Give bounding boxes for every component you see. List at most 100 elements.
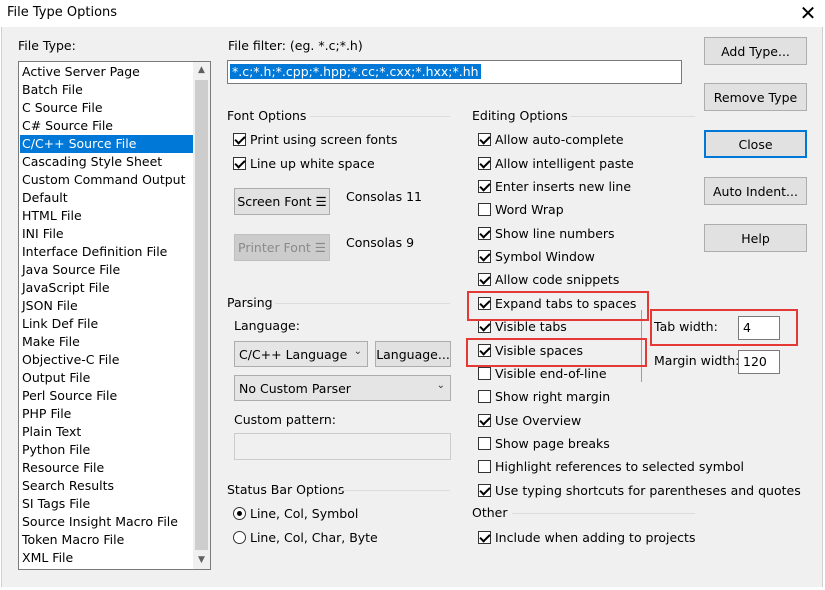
tab-width-label: Tab width: [654,319,718,334]
list-item[interactable]: Batch File [20,81,194,99]
editing-option-text: Symbol Window [495,249,595,264]
list-item[interactable]: C# Source File [20,117,194,135]
list-item[interactable]: Active Server Page [20,63,194,81]
editing-option-text: Show page breaks [495,436,610,451]
editing-option-text: Visible end-of-line [495,366,607,381]
status-option-line-col-symbol[interactable]: Line, Col, Symbol [233,506,358,521]
screen-font-button[interactable]: Screen Font ☰ [234,188,330,215]
title-bar: File Type Options ✕ [0,0,825,27]
list-item[interactable]: Source Insight Macro File [20,513,194,531]
editing-options-label: Editing Options [472,108,568,123]
list-item[interactable]: SI Tags File [20,495,194,513]
margin-width-input[interactable]: 120 [738,350,780,374]
checkbox-icon [478,320,491,333]
editing-option-checkbox[interactable]: Symbol Window [478,249,595,264]
editing-option-text: Use typing shortcuts for parentheses and… [495,483,801,498]
line-up-white-space-checkbox[interactable]: Line up white space [233,156,375,171]
list-item[interactable]: INI File [20,225,194,243]
editing-option-checkbox[interactable]: Show page breaks [478,436,610,451]
list-item[interactable]: Custom Command Output [20,171,194,189]
custom-pattern-label: Custom pattern: [234,412,337,427]
checkbox-icon [478,180,491,193]
list-item[interactable]: Link Def File [20,315,194,333]
list-item[interactable]: HTML File [20,207,194,225]
list-item[interactable]: Python File [20,441,194,459]
list-item[interactable]: Make File [20,333,194,351]
editing-option-checkbox[interactable]: Allow intelligent paste [478,156,634,171]
editing-option-checkbox[interactable]: Allow auto-complete [478,132,624,147]
list-item[interactable]: Java Source File [20,261,194,279]
list-item[interactable]: C Source File [20,99,194,117]
scroll-up-icon[interactable]: ▲ [193,62,210,79]
printer-font-button[interactable]: Printer Font ☰ [234,234,330,261]
status-bar-divider [340,490,450,491]
file-filter-input[interactable]: *.c;*.h;*.cpp;*.hpp;*.cc;*.cxx;*.hxx;*.h… [227,60,682,84]
close-icon[interactable]: ✕ [795,1,821,25]
editing-option-text: Highlight references to selected symbol [495,459,744,474]
list-item[interactable]: Interface Definition File [20,243,194,261]
editing-option-checkbox[interactable]: Show line numbers [478,226,615,241]
checkbox-icon [233,157,246,170]
print-screen-fonts-text: Print using screen fonts [250,132,398,147]
highlight-visible-spaces [466,338,647,367]
editing-option-checkbox[interactable]: Show right margin [478,389,610,404]
checkbox-icon [478,157,491,170]
list-item[interactable]: Resource File [20,459,194,477]
editing-option-checkbox[interactable]: Visible tabs [478,319,567,334]
list-item[interactable]: C/C++ Source File [20,135,194,153]
list-item[interactable]: Objective-C File [20,351,194,369]
editing-option-checkbox[interactable]: Word Wrap [478,202,564,217]
language-select[interactable]: C/C++ Language ⌄ [234,341,368,367]
editing-option-checkbox[interactable]: Enter inserts new line [478,179,631,194]
list-item[interactable]: Search Results [20,477,194,495]
file-filter-value: *.c;*.h;*.cpp;*.hpp;*.cc;*.cxx;*.hxx;*.h… [230,64,481,79]
editing-option-text: Enter inserts new line [495,179,632,194]
print-screen-fonts-checkbox[interactable]: Print using screen fonts [233,132,397,147]
include-projects-checkbox[interactable]: Include when adding to projects [478,530,695,545]
scroll-down-icon[interactable]: ▼ [193,552,210,569]
help-button[interactable]: Help [704,224,807,252]
radio-icon [233,507,246,520]
language-button[interactable]: Language... [375,341,451,367]
editing-option-checkbox[interactable]: Allow code snippets [478,272,619,287]
list-item[interactable]: Token Macro File [20,531,194,549]
parser-select[interactable]: No Custom Parser ⌄ [234,375,451,401]
checkbox-icon [233,133,246,146]
remove-type-button[interactable]: Remove Type [704,83,807,111]
list-item[interactable]: XML File [20,549,194,567]
close-button[interactable]: Close [704,130,807,158]
list-item[interactable]: Plain Text [20,423,194,441]
parser-select-value: No Custom Parser [239,380,351,396]
list-item[interactable]: Default [20,189,194,207]
file-filter-label: File filter: (eg. *.c;*.h) [228,38,363,53]
editing-option-checkbox[interactable]: Highlight references to selected symbol [478,459,744,474]
font-options-divider [310,116,450,117]
checkbox-icon [478,437,491,450]
other-label: Other [472,505,508,520]
list-item[interactable]: JavaScript File [20,279,194,297]
list-item[interactable]: Perl Source File [20,387,194,405]
editing-option-checkbox[interactable]: Use typing shortcuts for parentheses and… [478,483,801,498]
editing-option-checkbox[interactable]: Visible end-of-line [478,366,607,381]
list-item[interactable]: PHP File [20,405,194,423]
tab-width-input[interactable]: 4 [738,316,780,340]
status-option-1-text: Line, Col, Symbol [250,506,359,521]
list-item[interactable]: Cascading Style Sheet [20,153,194,171]
file-type-label: File Type: [18,38,76,53]
status-option-line-col-char-byte[interactable]: Line, Col, Char, Byte [233,530,378,545]
add-type-button[interactable]: Add Type... [704,37,807,65]
checkbox-icon [478,531,491,544]
scroll-thumb[interactable] [195,80,208,550]
custom-pattern-input[interactable] [234,433,451,460]
highlight-expand-tabs [467,291,649,321]
auto-indent-button[interactable]: Auto Indent... [704,177,807,205]
other-divider [512,513,695,514]
editing-option-text: Allow code snippets [495,272,620,287]
list-item[interactable]: Output File [20,369,194,387]
file-type-scrollbar[interactable]: ▲ ▼ [193,62,210,569]
editing-option-checkbox[interactable]: Use Overview [478,413,581,428]
file-type-list[interactable]: Active Server Page Batch File C Source Fil… [18,61,211,570]
list-item[interactable]: JSON File [20,297,194,315]
chevron-down-icon: ⌄ [353,346,362,357]
checkbox-icon [478,250,491,263]
